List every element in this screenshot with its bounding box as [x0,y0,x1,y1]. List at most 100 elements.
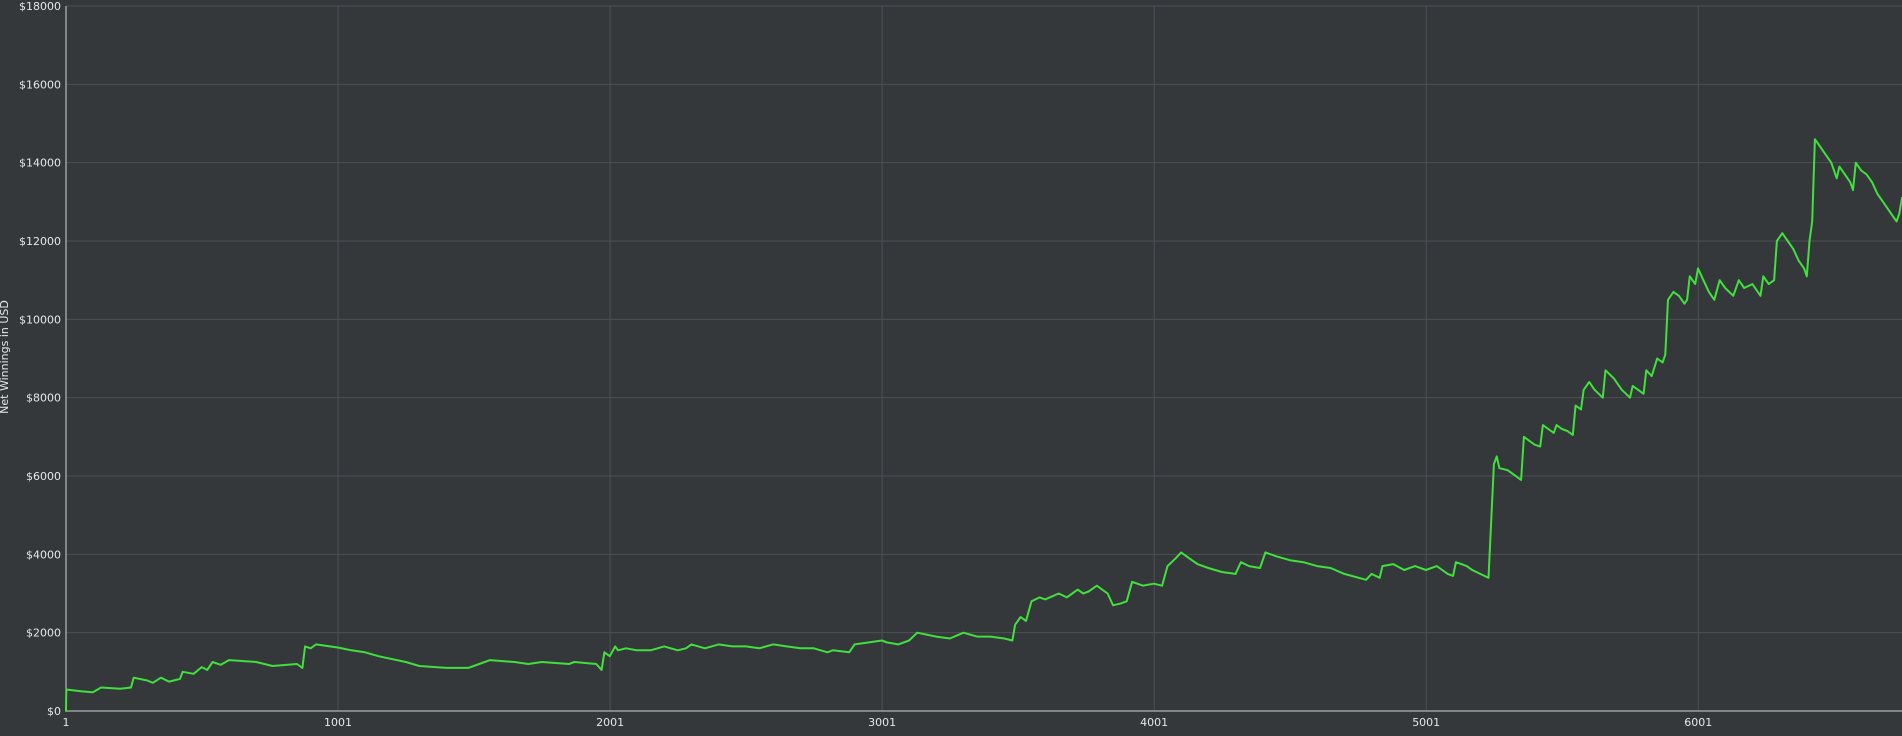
data-point [826,651,829,653]
data-point [1471,569,1473,571]
data-point [228,659,230,661]
y-axis-title: Net Winnings in USD [0,300,11,414]
data-point [1547,428,1549,430]
data-point [573,661,576,663]
y-tick-label: $6000 [26,470,61,483]
data-point [1893,216,1895,219]
data-point [418,665,420,667]
data-point [446,667,448,669]
data-point [100,686,102,689]
data-point [212,661,214,663]
data-point [568,663,570,665]
y-tick-label: $18000 [19,0,61,13]
data-point [1860,169,1862,172]
data-point [1743,287,1745,289]
data-point [1855,162,1857,164]
data-point [1678,295,1680,297]
data-point [1302,561,1305,563]
data-point [1066,596,1068,599]
data-point [301,667,303,669]
data-point [1479,573,1481,575]
data-point [1496,455,1498,457]
data-point [1572,434,1574,436]
data-point [1664,354,1666,356]
data-point [1534,444,1536,446]
data-point [1436,565,1438,567]
x-tick-label: 6001 [1684,716,1712,729]
data-point [1808,240,1811,242]
data-point [1234,573,1237,575]
line-chart: $0 $2000 $4000 $6000 $8000 $10000 $12000 $14000… [0,0,1902,732]
data-point [617,649,619,651]
data-point [160,677,162,679]
data-point [1425,569,1427,571]
data-point [1025,620,1027,622]
data-point [1561,428,1563,430]
data-point [1667,299,1669,301]
x-tick-label: 2001 [596,716,624,729]
data-point [897,643,899,646]
data-point [1852,189,1854,191]
data-point [1517,477,1519,479]
data-point [1175,557,1177,559]
x-tick-label: 4001 [1140,716,1168,729]
data-point [1520,479,1522,481]
data-point [1713,299,1715,301]
data-point [1142,585,1144,587]
data-point [1166,565,1169,567]
data-point [133,677,135,679]
data-point [378,655,380,657]
data-point [179,678,181,680]
data-point [1672,291,1675,293]
data-point [1120,602,1122,604]
data-point [990,636,992,638]
data-point [1708,291,1710,293]
data-point [1787,240,1789,242]
data-point [1030,600,1033,602]
data-point [1575,404,1577,407]
data-point [949,637,951,640]
x-tick-label: 3001 [868,716,896,729]
data-point [625,647,627,649]
data-point [1621,389,1623,391]
data-point [1493,463,1495,465]
data-point [1447,573,1449,575]
data-point [832,649,834,651]
data-point [1876,193,1879,195]
data-point [1196,563,1198,565]
data-point [1637,389,1639,391]
data-point [1798,260,1800,262]
data-point [1738,279,1740,281]
data-point [1240,561,1242,563]
data-point [182,671,184,673]
data-point [220,664,222,666]
data-point [595,663,597,665]
data-point [813,647,815,649]
data-point [467,667,469,669]
data-point [1604,369,1607,371]
data-point [908,639,910,642]
data-point [1542,424,1544,426]
data-point [799,647,801,649]
data-point [1683,303,1685,305]
data-point [650,649,652,651]
data-point [1662,361,1664,363]
data-point [1724,287,1726,289]
data-point [1014,624,1016,626]
y-tick-label: $10000 [19,313,61,326]
y-tick-label: $14000 [19,157,61,170]
data-point [271,665,274,667]
data-point [1836,177,1838,179]
data-point [854,643,856,646]
data-point [1866,173,1868,175]
data-point [1011,639,1014,642]
data-point [1466,565,1468,567]
data-point [1803,267,1805,269]
data-point [65,710,67,712]
data-point [1689,275,1691,277]
data-point [168,681,170,683]
data-point [916,632,918,634]
data-point [1207,567,1209,569]
data-point [663,645,665,648]
data-point [1455,561,1457,563]
